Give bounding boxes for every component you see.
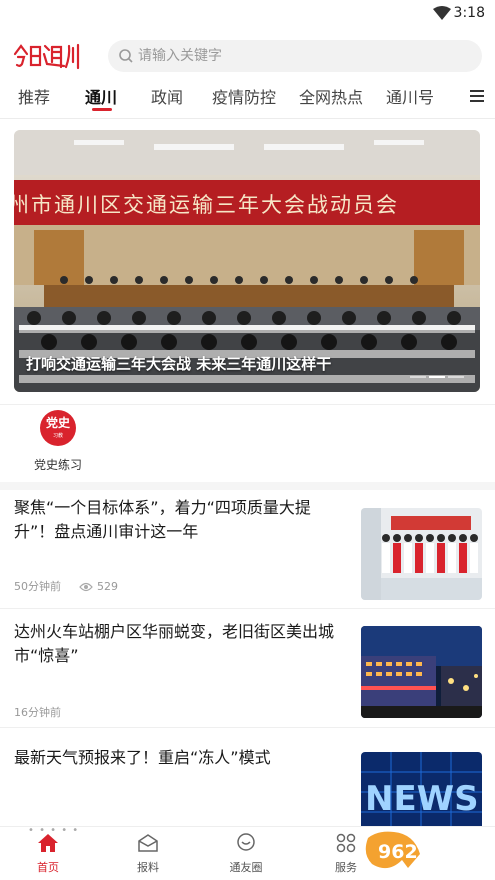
tab-tongchuan-account[interactable]: 通川号 <box>386 84 434 108</box>
site-watermark: 962.NET 乐游网 <box>358 824 495 880</box>
news-item[interactable]: 聚焦“一个目标体系”，着力“四项质量大提升”！盘点通川审计这一年 50分钟前 52… <box>0 496 495 606</box>
banner-carousel[interactable]: 州市通川区交通运输三年大会战动员会 打响交通运输三年大会战 未来三年通川这样干 <box>14 130 480 392</box>
home-icon <box>37 834 59 857</box>
tab-hot[interactable]: 全网热点 <box>299 84 363 108</box>
app-header <box>0 38 495 74</box>
tabs-divider <box>0 118 495 119</box>
watermark-brand: 962.NET <box>378 841 467 863</box>
section-divider <box>0 404 495 405</box>
status-bar: 3:18 <box>0 0 495 28</box>
tab-tongchuan[interactable]: 通川 <box>85 84 117 108</box>
nav-home[interactable]: 首页 <box>18 833 78 875</box>
grid-icon <box>335 833 357 857</box>
news-thumbnail[interactable] <box>361 626 482 718</box>
banner-caption[interactable]: 打响交通运输三年大会战 未来三年通川这样干 <box>26 353 331 374</box>
shortcut-label: 党史练习 <box>33 458 82 472</box>
news-time: 16分钟前 <box>14 706 61 719</box>
nav-friends[interactable]: 通友圈 <box>216 833 276 875</box>
channel-tabs: 推荐 通川 政闻 疫情防控 全网热点 通川号 <box>0 80 495 116</box>
news-title[interactable]: 最新天气预报来了！重启“冻人”模式 <box>14 746 346 770</box>
tab-epidemic[interactable]: 疫情防控 <box>212 84 276 108</box>
carousel-dot[interactable] <box>429 376 445 378</box>
news-item[interactable]: 最新天气预报来了！重启“冻人”模式 NEWS <box>0 736 495 832</box>
chat-bubble-icon <box>235 833 257 857</box>
nav-report[interactable]: 报料 <box>118 833 178 875</box>
nav-friends-label: 通友圈 <box>229 861 263 874</box>
news-divider <box>0 608 495 609</box>
news-views: 529 <box>97 580 118 593</box>
envelope-icon <box>137 834 159 857</box>
tab-recommend[interactable]: 推荐 <box>18 84 50 108</box>
carousel-dot[interactable] <box>448 376 464 378</box>
nav-report-label: 报料 <box>137 861 159 874</box>
active-tab-indicator <box>92 108 112 111</box>
news-meta: 50分钟前 529 <box>14 578 118 595</box>
tab-politics[interactable]: 政闻 <box>151 84 183 108</box>
search-icon <box>118 48 134 68</box>
search-bar[interactable] <box>108 40 482 72</box>
section-divider <box>0 482 495 490</box>
news-title[interactable]: 达州火车站棚户区华丽蜕变，老旧街区美出城市“惊喜” <box>14 620 346 668</box>
carousel-dots <box>407 363 464 382</box>
thumb-news-text: NEWS <box>365 779 479 819</box>
news-title[interactable]: 聚焦“一个目标体系”，着力“四项质量大提升”！盘点通川审计这一年 <box>14 496 346 544</box>
news-time: 50分钟前 <box>14 580 61 593</box>
party-history-icon-subtext: 习教 <box>52 433 63 439</box>
news-thumbnail[interactable] <box>361 508 482 600</box>
news-thumbnail[interactable]: NEWS <box>361 752 482 832</box>
carousel-dot[interactable] <box>410 376 426 378</box>
status-time: 3:18 <box>453 5 485 21</box>
news-meta: 16分钟前 <box>14 704 61 720</box>
news-divider <box>0 727 495 728</box>
views-icon <box>79 582 93 595</box>
nav-home-label: 首页 <box>37 861 59 874</box>
banner-backdrop-text: 州市通川区交通运输三年大会战动员会 <box>14 193 399 217</box>
app-logo[interactable] <box>12 40 82 72</box>
wifi-icon <box>433 5 451 24</box>
search-input[interactable] <box>138 40 468 72</box>
party-history-icon-text: 党史 <box>45 416 70 430</box>
party-history-icon: 党史 习教 <box>40 410 76 446</box>
news-item[interactable]: 达州火车站棚户区华丽蜕变，老旧街区美出城市“惊喜” 16分钟前 <box>0 610 495 725</box>
watermark-sub: 乐游网 <box>428 861 470 878</box>
shortcut-party-history[interactable]: 党史 习教 党史练习 <box>24 410 92 473</box>
menu-icon[interactable] <box>469 88 485 108</box>
